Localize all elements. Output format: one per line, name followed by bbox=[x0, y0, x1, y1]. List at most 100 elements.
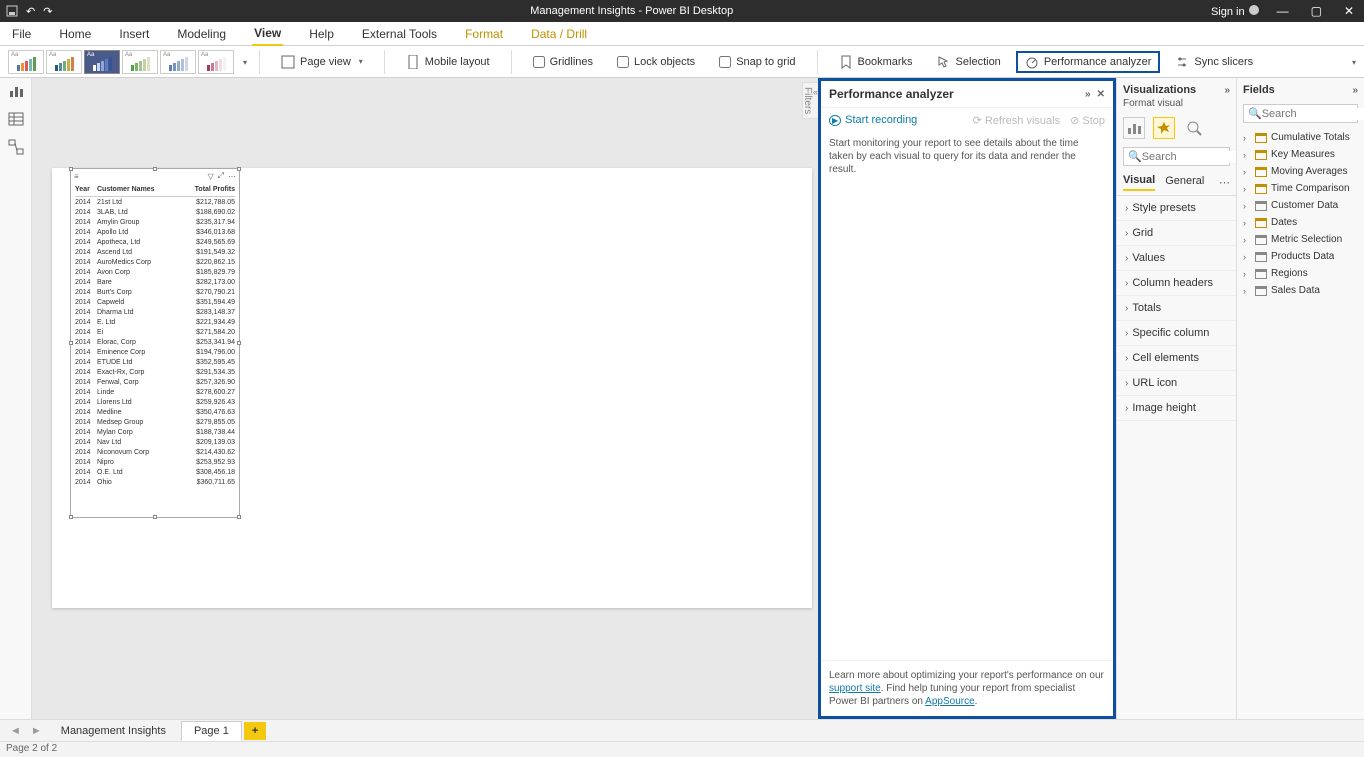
restore-button[interactable]: ▢ bbox=[1307, 4, 1326, 18]
visual-more-icon[interactable]: ⋯ bbox=[228, 172, 236, 181]
undo-icon[interactable]: ↶ bbox=[26, 5, 35, 18]
vis-pane-expand-icon[interactable]: » bbox=[1224, 85, 1230, 96]
table-row[interactable]: 2014E. Ltd$221,934.49 bbox=[75, 318, 235, 328]
field-table-item[interactable]: Key Measures bbox=[1237, 146, 1364, 163]
support-site-link[interactable]: support site bbox=[829, 683, 881, 694]
visual-drag-icon[interactable]: ≡ bbox=[74, 172, 79, 181]
table-row[interactable]: 2014Apollo Ltd$346,013.68 bbox=[75, 228, 235, 238]
theme-swatch-1[interactable]: Aa bbox=[46, 50, 82, 74]
vis-search[interactable]: 🔍 bbox=[1123, 147, 1230, 166]
page-tab-2[interactable]: Page 1 bbox=[181, 721, 242, 741]
table-row[interactable]: 2014Burt's Corp$270,790.21 bbox=[75, 288, 235, 298]
field-table-item[interactable]: Moving Averages bbox=[1237, 163, 1364, 180]
minimize-button[interactable]: — bbox=[1273, 4, 1293, 18]
page-prev-icon[interactable]: ◄ bbox=[6, 723, 25, 739]
add-page-button[interactable]: + bbox=[244, 722, 266, 740]
format-section[interactable]: Column headers bbox=[1117, 271, 1236, 296]
gridlines-checkbox[interactable] bbox=[533, 56, 545, 68]
visual-focus-icon[interactable]: ⤢ bbox=[218, 171, 224, 181]
tab-help[interactable]: Help bbox=[307, 23, 336, 45]
table-row[interactable]: 2014Nav Ltd$209,139.03 bbox=[75, 438, 235, 448]
selection-button[interactable]: Selection bbox=[928, 51, 1010, 73]
table-row[interactable]: 2014Fenwal, Corp$257,326.90 bbox=[75, 378, 235, 388]
table-row[interactable]: 2014AuroMedics Corp$220,862.15 bbox=[75, 258, 235, 268]
build-visual-icon[interactable] bbox=[1123, 117, 1145, 139]
redo-icon[interactable]: ↷ bbox=[43, 5, 52, 18]
table-visual[interactable]: ≡ ▽ ⤢ ⋯ YearCustomer NamesTotal Profits2… bbox=[70, 168, 240, 518]
bookmarks-button[interactable]: Bookmarks bbox=[830, 51, 922, 73]
format-section[interactable]: Specific column bbox=[1117, 321, 1236, 346]
vis-tab-general[interactable]: General bbox=[1165, 175, 1204, 190]
canvas-page[interactable]: ≡ ▽ ⤢ ⋯ YearCustomer NamesTotal Profits2… bbox=[52, 168, 812, 608]
perf-pane-close-icon[interactable]: ✕ bbox=[1097, 89, 1105, 100]
tab-view[interactable]: View bbox=[252, 22, 283, 46]
signin-button[interactable]: Sign in bbox=[1211, 5, 1259, 18]
table-row[interactable]: 2014Mylan Corp$188,738.44 bbox=[75, 428, 235, 438]
table-row[interactable]: 2014Ei$271,584.20 bbox=[75, 328, 235, 338]
table-row[interactable]: 2014Exact-Rx, Corp$291,534.35 bbox=[75, 368, 235, 378]
performance-analyzer-button[interactable]: Performance analyzer bbox=[1016, 51, 1161, 73]
sync-slicers-button[interactable]: Sync slicers bbox=[1166, 51, 1262, 73]
field-table-item[interactable]: Metric Selection bbox=[1237, 231, 1364, 248]
field-table-item[interactable]: Cumulative Totals bbox=[1237, 129, 1364, 146]
data-view-icon[interactable] bbox=[7, 110, 25, 128]
table-row[interactable]: 2014Nipro$253,952.93 bbox=[75, 458, 235, 468]
fields-search-input[interactable] bbox=[1262, 108, 1364, 120]
lock-objects-checkbox[interactable] bbox=[617, 56, 629, 68]
appsource-link[interactable]: AppSource bbox=[925, 696, 974, 707]
tab-data-drill[interactable]: Data / Drill bbox=[529, 23, 589, 45]
table-row[interactable]: 2014Llorens Ltd$259,926.43 bbox=[75, 398, 235, 408]
lock-objects-toggle[interactable]: Lock objects bbox=[608, 52, 704, 72]
table-row[interactable]: 2014Linde$278,600.27 bbox=[75, 388, 235, 398]
format-section[interactable]: Cell elements bbox=[1117, 346, 1236, 371]
themes-dropdown[interactable] bbox=[240, 56, 247, 68]
fields-pane-expand-icon[interactable]: » bbox=[1352, 85, 1358, 96]
gridlines-toggle[interactable]: Gridlines bbox=[524, 52, 602, 72]
tab-external-tools[interactable]: External Tools bbox=[360, 23, 439, 45]
tab-modeling[interactable]: Modeling bbox=[175, 23, 228, 45]
tab-format[interactable]: Format bbox=[463, 23, 505, 45]
theme-swatch-4[interactable]: Aa bbox=[160, 50, 196, 74]
vis-tab-visual[interactable]: Visual bbox=[1123, 174, 1155, 191]
tab-file[interactable]: File bbox=[10, 23, 33, 45]
table-row[interactable]: 2014ETUDE Ltd$352,595.45 bbox=[75, 358, 235, 368]
model-view-icon[interactable] bbox=[7, 138, 25, 156]
format-section[interactable]: Style presets bbox=[1117, 196, 1236, 221]
table-row[interactable]: 2014Apotheca, Ltd$249,565.69 bbox=[75, 238, 235, 248]
analytics-icon[interactable] bbox=[1183, 117, 1205, 139]
table-row[interactable]: 2014Dharma Ltd$283,148.37 bbox=[75, 308, 235, 318]
table-row[interactable]: 2014Bare$282,173.00 bbox=[75, 278, 235, 288]
visual-filter-icon[interactable]: ▽ bbox=[207, 172, 213, 181]
table-row[interactable]: 2014Capweld$351,594.49 bbox=[75, 298, 235, 308]
table-row[interactable]: 2014Eminence Corp$194,796.00 bbox=[75, 348, 235, 358]
format-visual-icon[interactable] bbox=[1153, 117, 1175, 139]
page-view-button[interactable]: Page view bbox=[272, 51, 372, 73]
field-table-item[interactable]: Products Data bbox=[1237, 248, 1364, 265]
format-section[interactable]: Grid bbox=[1117, 221, 1236, 246]
theme-swatch-0[interactable]: Aa bbox=[8, 50, 44, 74]
ribbon-collapse-icon[interactable] bbox=[1349, 56, 1356, 68]
perf-pane-expand-icon[interactable]: » bbox=[1085, 89, 1091, 100]
theme-swatch-2[interactable]: Aa bbox=[84, 50, 120, 74]
table-row[interactable]: 2014Niconovum Corp$214,430.62 bbox=[75, 448, 235, 458]
table-row[interactable]: 2014Amylin Group$235,317.94 bbox=[75, 218, 235, 228]
table-row[interactable]: 2014Ohio$360,711.65 bbox=[75, 478, 235, 488]
start-recording-button[interactable]: Start recording bbox=[829, 114, 917, 127]
tab-home[interactable]: Home bbox=[57, 23, 93, 45]
report-canvas[interactable]: Filters ≡ ▽ ⤢ ⋯ YearCustomer NamesTotal … bbox=[32, 78, 818, 719]
filters-pane-collapsed[interactable]: Filters bbox=[802, 82, 818, 119]
snap-checkbox[interactable] bbox=[719, 56, 731, 68]
format-section[interactable]: URL icon bbox=[1117, 371, 1236, 396]
theme-swatch-5[interactable]: Aa bbox=[198, 50, 234, 74]
table-row[interactable]: 2014Medsep Group$279,855.05 bbox=[75, 418, 235, 428]
table-row[interactable]: 2014Elorac, Corp$253,341.94 bbox=[75, 338, 235, 348]
table-row[interactable]: 2014Ascend Ltd$191,549.32 bbox=[75, 248, 235, 258]
theme-swatch-3[interactable]: Aa bbox=[122, 50, 158, 74]
format-section[interactable]: Values bbox=[1117, 246, 1236, 271]
field-table-item[interactable]: Regions bbox=[1237, 265, 1364, 282]
mobile-layout-button[interactable]: Mobile layout bbox=[397, 51, 499, 73]
report-view-icon[interactable] bbox=[7, 82, 25, 100]
table-row[interactable]: 2014Avon Corp$185,829.79 bbox=[75, 268, 235, 278]
fields-search[interactable]: 🔍 bbox=[1243, 104, 1358, 123]
table-row[interactable]: 201421st Ltd$212,788.05 bbox=[75, 198, 235, 208]
